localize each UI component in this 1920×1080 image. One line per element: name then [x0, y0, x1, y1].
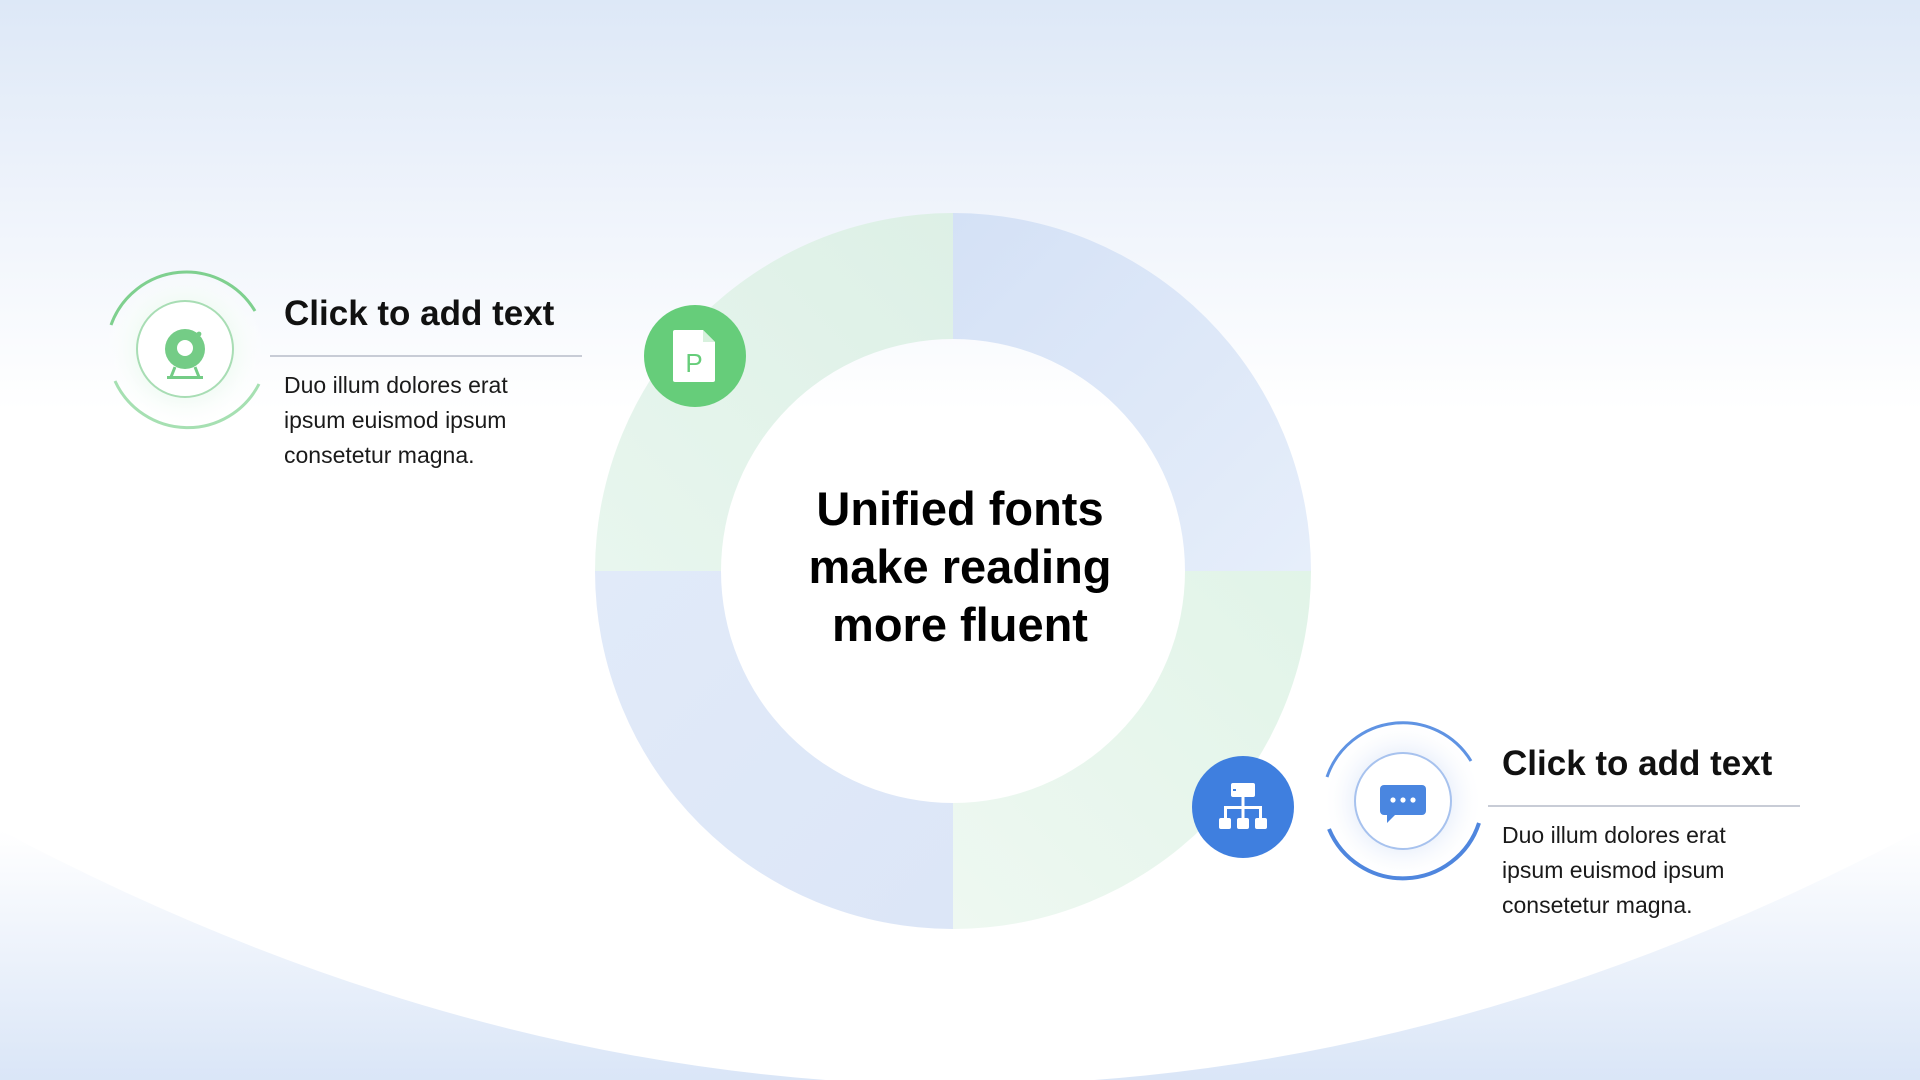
- webcam-icon: [105, 269, 265, 430]
- item-body-left-line-1: Duo illum dolores erat: [284, 372, 508, 398]
- item-title-right[interactable]: Click to add text: [1502, 744, 1772, 784]
- org-chart-icon: [1219, 783, 1267, 829]
- center-line-3: more fluent: [832, 598, 1088, 651]
- slide: Unified fonts make reading more fluent P: [0, 0, 1920, 1080]
- document-p-icon: P: [673, 330, 715, 382]
- document-letter: P: [685, 348, 702, 378]
- document-badge: P: [644, 305, 746, 407]
- item-divider-right: [1488, 805, 1800, 807]
- center-line-1: Unified fonts: [816, 482, 1104, 535]
- item-title-left[interactable]: Click to add text: [284, 294, 554, 334]
- item-body-right-line-1: Duo illum dolores erat: [1502, 822, 1726, 848]
- center-line-2: make reading: [808, 540, 1112, 593]
- item-body-right[interactable]: Duo illum dolores erat ipsum euismod ips…: [1502, 818, 1726, 923]
- item-body-left-line-3: consetetur magna.: [284, 442, 475, 468]
- item-body-right-line-2: ipsum euismod ipsum: [1502, 857, 1725, 883]
- chat-bubble-icon: [1323, 721, 1483, 881]
- item-divider-left: [270, 355, 582, 357]
- item-body-left-line-2: ipsum euismod ipsum: [284, 407, 507, 433]
- item-body-right-line-3: consetetur magna.: [1502, 892, 1693, 918]
- org-chart-badge: [1192, 756, 1294, 858]
- item-body-left[interactable]: Duo illum dolores erat ipsum euismod ips…: [284, 368, 508, 473]
- center-heading[interactable]: Unified fonts make reading more fluent: [760, 480, 1160, 654]
